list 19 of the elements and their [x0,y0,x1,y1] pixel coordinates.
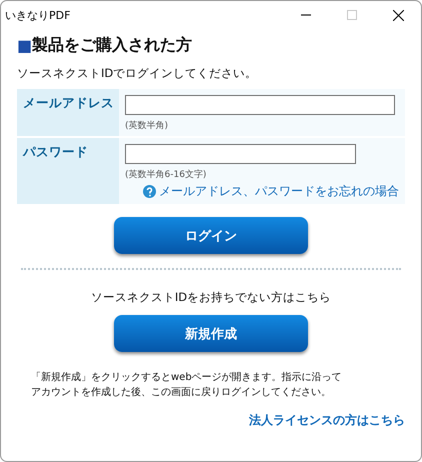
field-hint: (英数半角) [125,120,170,132]
input-field[interactable] [125,95,395,115]
field-hint: (英数半角6-16文字) [125,168,208,181]
input-field[interactable] [125,144,356,164]
no-id-text: ソースネクストIDをお持ちでない方はこちら [90,290,332,305]
maximize-icon [347,10,357,20]
note-text: 「新規作成」をクリックするとwebページが開きます。指示に沿って [31,370,343,385]
window-title: いきなりPDF [5,8,72,22]
field-label: メールアドレス [17,89,119,136]
help-icon [143,185,156,198]
field-label: パスワード [17,138,119,204]
login-button[interactable]: ログイン [114,217,308,254]
corporate-license-link[interactable]: 法人ライセンスの方はこちら [249,412,405,429]
create-account-button[interactable]: 新規作成 [114,315,308,352]
forgot-link[interactable]: メールアドレス、パスワードをお忘れの場合 [143,183,399,200]
note-text: アカウントを作成した後、この画面に戻りログインしてください。 [31,386,332,400]
instruction-text: ソースネクストIDでログインしてください。 [17,66,258,81]
section-heading: ■製品をご購入された方 [17,35,194,56]
close-icon [392,10,404,20]
